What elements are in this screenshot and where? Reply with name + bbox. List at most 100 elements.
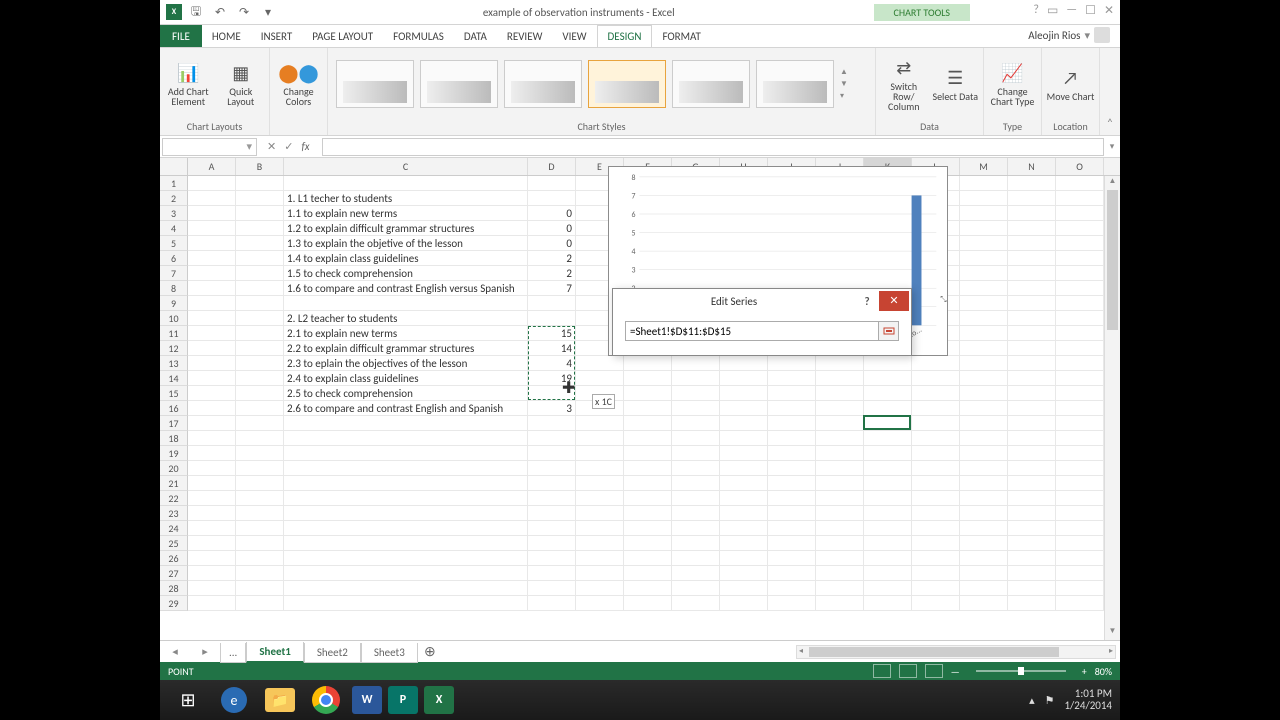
- cell-B11[interactable]: [236, 326, 284, 341]
- start-button[interactable]: ⊞: [168, 684, 208, 716]
- styles-down-icon[interactable]: ▼: [840, 79, 854, 89]
- cell-K27[interactable]: [864, 566, 912, 581]
- cell-B17[interactable]: [236, 416, 284, 431]
- cell-A23[interactable]: [188, 506, 236, 521]
- cell-C12[interactable]: 2.2 to explain difficult grammar structu…: [284, 341, 528, 356]
- cell-C2[interactable]: 1. L1 techer to students: [284, 191, 528, 206]
- cell-C1[interactable]: [284, 176, 528, 191]
- col-header-C[interactable]: C: [284, 158, 528, 175]
- cell-H24[interactable]: [720, 521, 768, 536]
- cell-M3[interactable]: [960, 206, 1008, 221]
- view-page-break-button[interactable]: [925, 664, 943, 678]
- cell-J27[interactable]: [816, 566, 864, 581]
- cell-G22[interactable]: [672, 491, 720, 506]
- cell-M12[interactable]: [960, 341, 1008, 356]
- cell-C7[interactable]: 1.5 to check comprehension: [284, 266, 528, 281]
- cell-M20[interactable]: [960, 461, 1008, 476]
- cell-K18[interactable]: [864, 431, 912, 446]
- row-header-27[interactable]: 27: [160, 566, 188, 581]
- cell-O7[interactable]: [1056, 266, 1104, 281]
- cell-O10[interactable]: [1056, 311, 1104, 326]
- row-header-22[interactable]: 22: [160, 491, 188, 506]
- cell-A20[interactable]: [188, 461, 236, 476]
- cell-O19[interactable]: [1056, 446, 1104, 461]
- cell-F24[interactable]: [624, 521, 672, 536]
- sheet-tab-sheet2[interactable]: Sheet2: [304, 643, 361, 663]
- chart-style-5[interactable]: [672, 60, 750, 108]
- cell-O18[interactable]: [1056, 431, 1104, 446]
- cell-M4[interactable]: [960, 221, 1008, 236]
- cell-M1[interactable]: [960, 176, 1008, 191]
- cell-J14[interactable]: [816, 371, 864, 386]
- cell-J24[interactable]: [816, 521, 864, 536]
- cell-G18[interactable]: [672, 431, 720, 446]
- cell-H17[interactable]: [720, 416, 768, 431]
- cell-N8[interactable]: [1008, 281, 1056, 296]
- chart-style-2[interactable]: [420, 60, 498, 108]
- row-header-15[interactable]: 15: [160, 386, 188, 401]
- cell-M28[interactable]: [960, 581, 1008, 596]
- cell-N13[interactable]: [1008, 356, 1056, 371]
- cell-L17[interactable]: [912, 416, 960, 431]
- cell-J25[interactable]: [816, 536, 864, 551]
- cell-C21[interactable]: [284, 476, 528, 491]
- tab-view[interactable]: VIEW: [552, 25, 596, 47]
- cell-E26[interactable]: [576, 551, 624, 566]
- cell-F18[interactable]: [624, 431, 672, 446]
- cell-A28[interactable]: [188, 581, 236, 596]
- row-header-26[interactable]: 26: [160, 551, 188, 566]
- cell-O15[interactable]: [1056, 386, 1104, 401]
- cell-N9[interactable]: [1008, 296, 1056, 311]
- cell-C5[interactable]: 1.3 to explain the objetive of the lesso…: [284, 236, 528, 251]
- cell-M25[interactable]: [960, 536, 1008, 551]
- cell-G23[interactable]: [672, 506, 720, 521]
- cell-J18[interactable]: [816, 431, 864, 446]
- cell-D10[interactable]: [528, 311, 576, 326]
- ribbon-options-icon[interactable]: ▭: [1047, 3, 1058, 18]
- cell-H18[interactable]: [720, 431, 768, 446]
- scroll-down-icon[interactable]: ▼: [1105, 626, 1120, 640]
- cell-A21[interactable]: [188, 476, 236, 491]
- cell-A9[interactable]: [188, 296, 236, 311]
- cell-O9[interactable]: [1056, 296, 1104, 311]
- row-header-25[interactable]: 25: [160, 536, 188, 551]
- cell-I23[interactable]: [768, 506, 816, 521]
- horizontal-scrollbar[interactable]: ◂ ▸: [796, 645, 1116, 659]
- name-box[interactable]: ▾: [162, 138, 257, 156]
- cell-N20[interactable]: [1008, 461, 1056, 476]
- cell-N6[interactable]: [1008, 251, 1056, 266]
- cell-N21[interactable]: [1008, 476, 1056, 491]
- cell-I15[interactable]: [768, 386, 816, 401]
- cell-D3[interactable]: 0: [528, 206, 576, 221]
- vertical-scrollbar[interactable]: ▲ ▼: [1104, 176, 1120, 640]
- collapse-dialog-icon[interactable]: [878, 322, 898, 340]
- cell-E22[interactable]: [576, 491, 624, 506]
- cell-D2[interactable]: [528, 191, 576, 206]
- cell-C3[interactable]: 1.1 to explain new terms: [284, 206, 528, 221]
- namebox-dropdown-icon[interactable]: ▾: [246, 140, 252, 153]
- hscroll-right-icon[interactable]: ▸: [1109, 646, 1113, 656]
- cell-O4[interactable]: [1056, 221, 1104, 236]
- cell-O22[interactable]: [1056, 491, 1104, 506]
- cell-B27[interactable]: [236, 566, 284, 581]
- accept-formula-icon[interactable]: ✓: [284, 140, 293, 153]
- row-header-19[interactable]: 19: [160, 446, 188, 461]
- cell-I29[interactable]: [768, 596, 816, 611]
- cell-E25[interactable]: [576, 536, 624, 551]
- cell-H21[interactable]: [720, 476, 768, 491]
- cell-G29[interactable]: [672, 596, 720, 611]
- cell-D5[interactable]: 0: [528, 236, 576, 251]
- cell-D14[interactable]: 19: [528, 371, 576, 386]
- cell-D20[interactable]: [528, 461, 576, 476]
- cell-N27[interactable]: [1008, 566, 1056, 581]
- cell-M2[interactable]: [960, 191, 1008, 206]
- cell-F19[interactable]: [624, 446, 672, 461]
- col-header-N[interactable]: N: [1008, 158, 1056, 175]
- cell-E13[interactable]: [576, 356, 624, 371]
- cell-E14[interactable]: [576, 371, 624, 386]
- cell-D25[interactable]: [528, 536, 576, 551]
- formula-input[interactable]: [322, 138, 1104, 156]
- cell-K26[interactable]: [864, 551, 912, 566]
- select-data-button[interactable]: ☰Select Data: [932, 66, 980, 102]
- cell-M10[interactable]: [960, 311, 1008, 326]
